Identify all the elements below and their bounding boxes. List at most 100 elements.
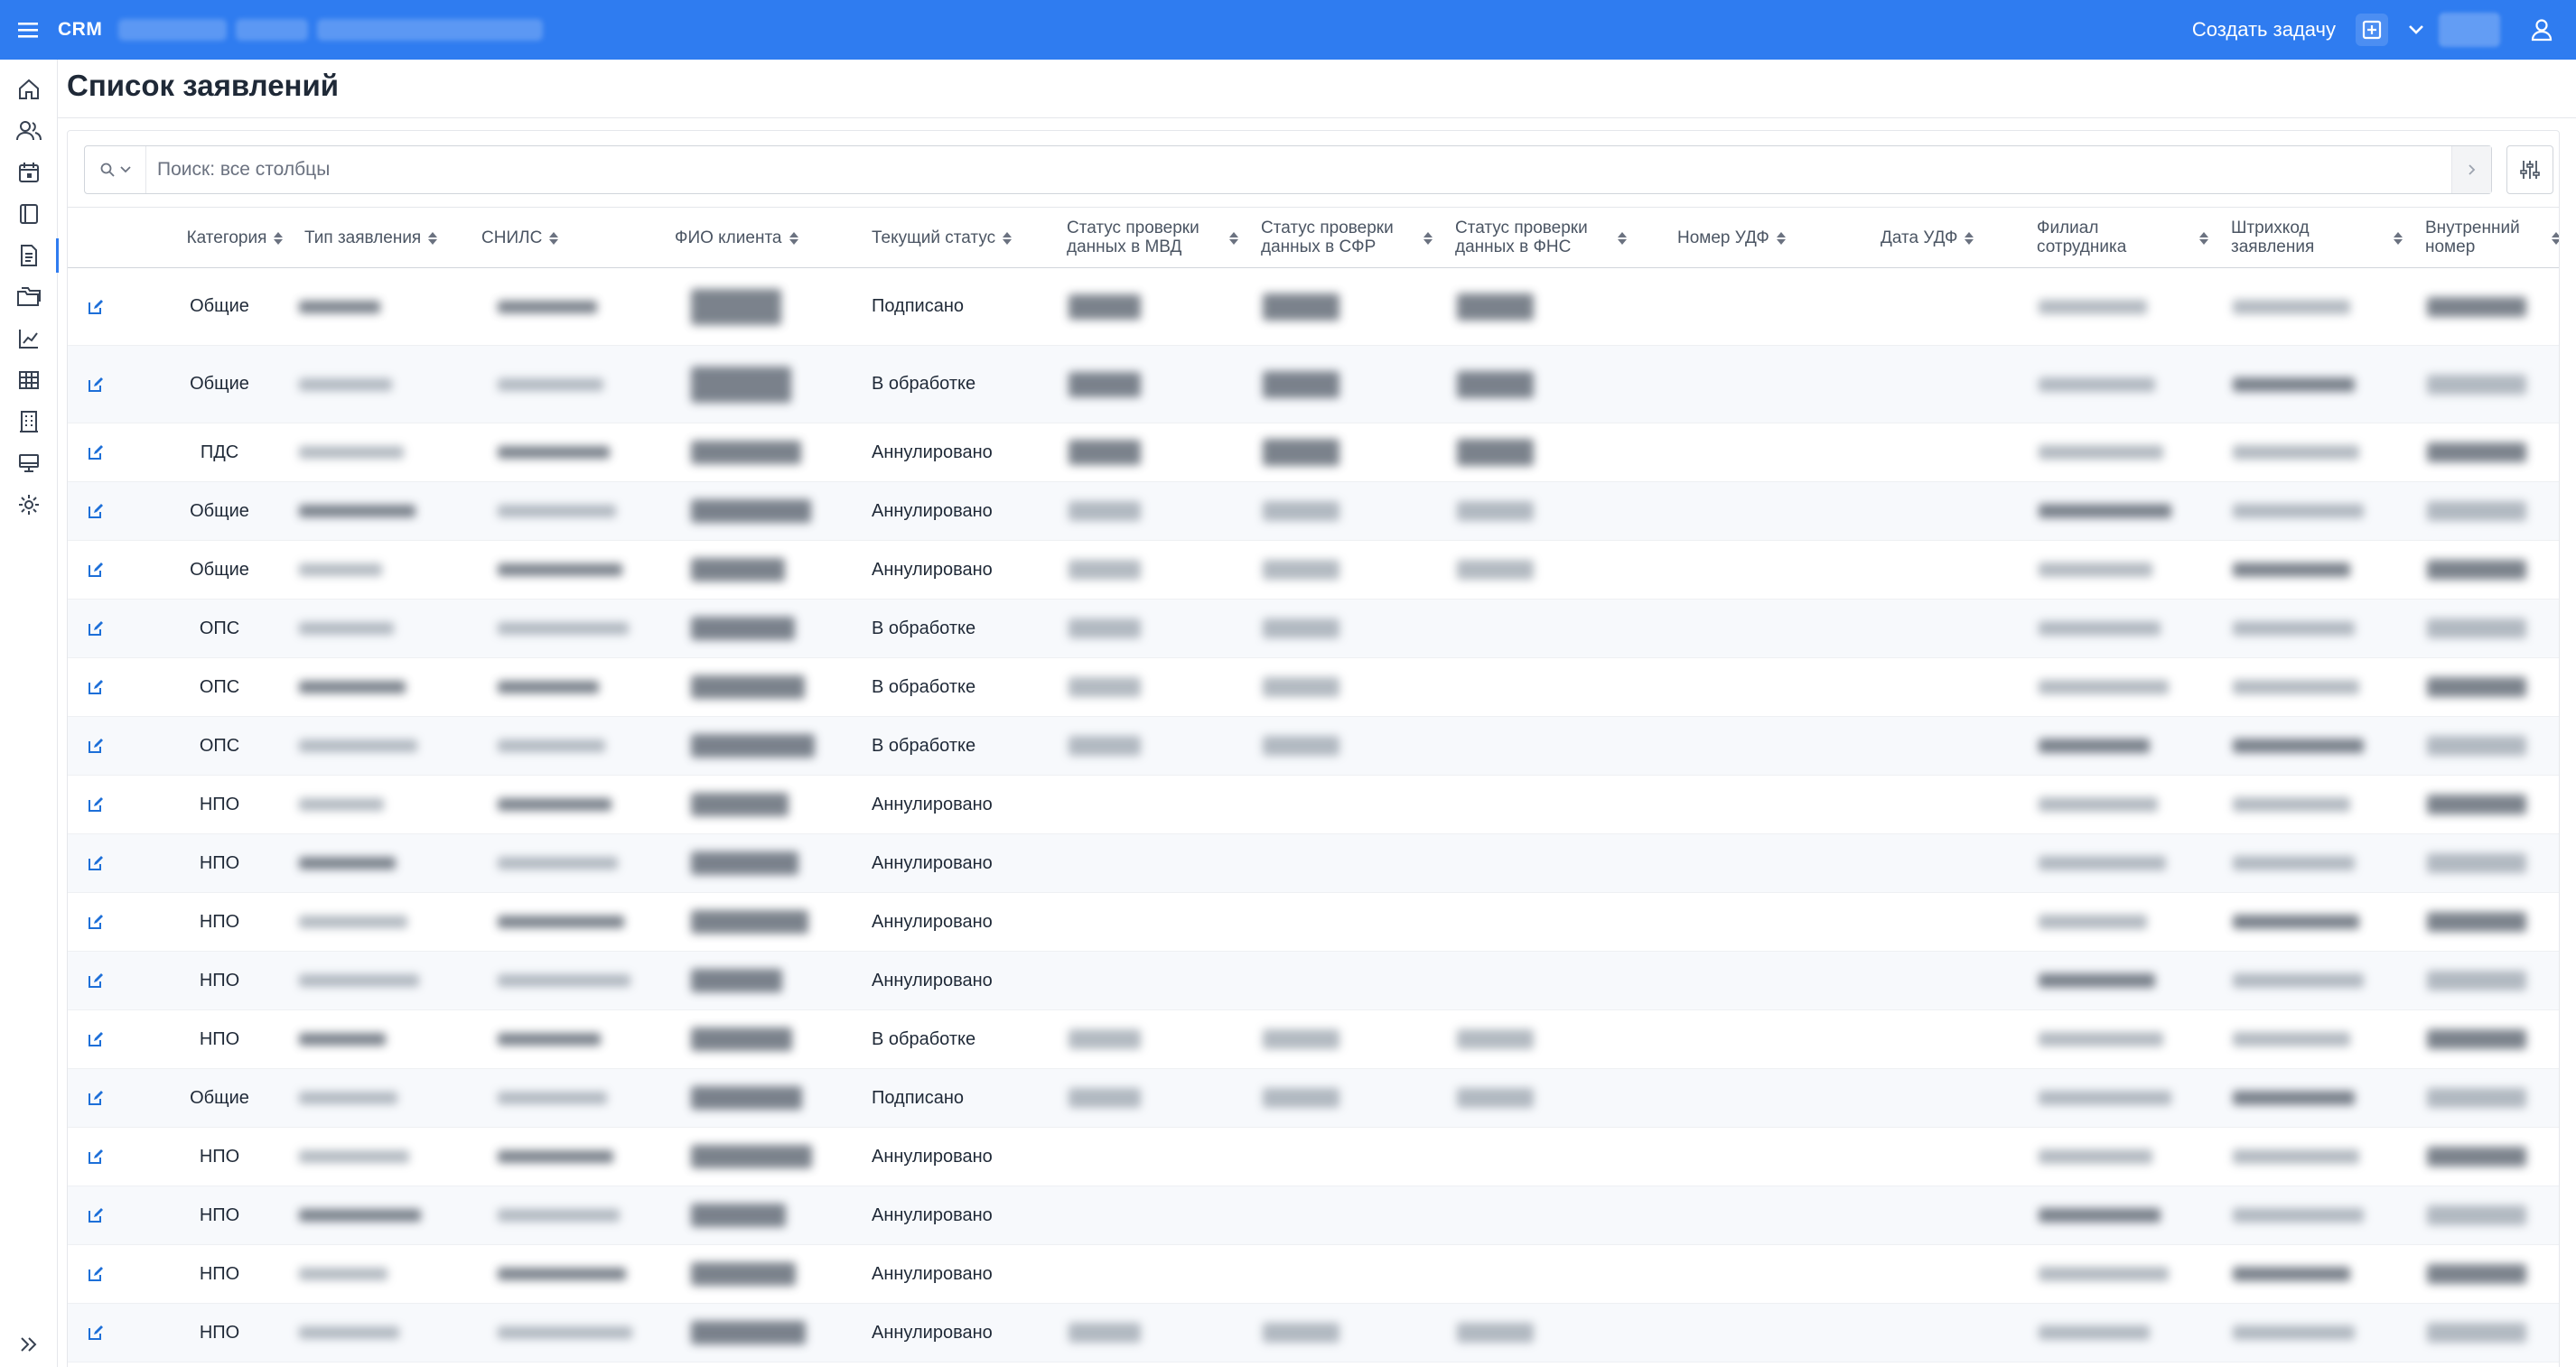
document-icon[interactable]	[0, 235, 59, 276]
gear-icon[interactable]	[0, 484, 58, 525]
chart-line-icon[interactable]	[0, 318, 58, 359]
table-row[interactable]: Общие Подписано	[68, 268, 2559, 346]
edit-icon[interactable]	[68, 1069, 124, 1127]
status-cell: Аннулировано	[841, 776, 1036, 833]
category-cell: НПО	[199, 852, 240, 873]
sort-icon[interactable]	[1003, 232, 1013, 245]
table-row[interactable]: НПО Аннулировано	[68, 1245, 2559, 1304]
redacted-value	[691, 1145, 812, 1168]
create-task-button[interactable]: Создать задачу	[2192, 18, 2336, 42]
monitor-icon[interactable]	[0, 442, 58, 484]
column-header-category[interactable]: Категория	[140, 208, 330, 269]
table-row[interactable]: ОПС В обработке	[68, 658, 2559, 717]
sort-icon[interactable]	[428, 232, 438, 245]
table-row[interactable]: ОПС В обработке	[68, 600, 2559, 658]
edit-icon[interactable]	[68, 1010, 124, 1068]
sort-icon[interactable]	[1229, 232, 1238, 245]
sort-icon[interactable]	[2552, 232, 2559, 245]
column-header-internal[interactable]: Внутренний номер	[2425, 208, 2559, 269]
table-cell	[2217, 834, 2411, 892]
table-row[interactable]: НПО Аннулировано	[68, 952, 2559, 1010]
edit-icon[interactable]	[68, 776, 124, 833]
table-row[interactable]: НПО Аннулировано	[68, 1128, 2559, 1186]
status-cell: В обработке	[841, 717, 1036, 775]
column-header-sfr[interactable]: Статус проверки данных в СФР	[1261, 208, 1433, 269]
edit-icon[interactable]	[68, 423, 124, 481]
table-row[interactable]: Общие Подписано	[68, 1069, 2559, 1128]
folders-icon[interactable]	[0, 276, 58, 318]
column-header-status[interactable]: Текущий статус	[872, 208, 1052, 269]
table-cell	[1052, 717, 1246, 775]
home-icon[interactable]	[0, 69, 58, 110]
hamburger-menu-icon[interactable]	[0, 0, 56, 60]
top-app-bar: CRM Создать задачу	[0, 0, 2576, 60]
table-row[interactable]: НПО Аннулировано	[68, 1186, 2559, 1245]
sort-icon[interactable]	[1776, 232, 1786, 245]
edit-icon[interactable]	[68, 658, 124, 716]
sort-icon[interactable]	[2394, 232, 2403, 245]
edit-icon[interactable]	[68, 600, 124, 657]
redacted-value	[2427, 1147, 2526, 1167]
edit-icon[interactable]	[68, 893, 124, 951]
book-icon[interactable]	[0, 193, 58, 235]
table-cell	[1246, 423, 1441, 481]
user-icon[interactable]	[2524, 12, 2560, 48]
column-header-fns[interactable]: Статус проверки данных в ФНС	[1455, 208, 1627, 269]
table-row[interactable]: НПО В обработке	[68, 1010, 2559, 1069]
table-row[interactable]: Общие Аннулировано	[68, 482, 2559, 541]
building-icon[interactable]	[0, 401, 58, 442]
edit-icon[interactable]	[68, 482, 124, 540]
column-header-label: Штрихкод заявления	[2231, 219, 2315, 256]
sort-icon[interactable]	[1423, 232, 1433, 245]
edit-icon[interactable]	[68, 268, 124, 345]
table-row[interactable]: Общие Аннулировано	[68, 541, 2559, 600]
column-header-mvd[interactable]: Статус проверки данных в МВД	[1067, 208, 1238, 269]
table-cell	[283, 1010, 472, 1068]
add-task-icon[interactable]	[2356, 14, 2388, 46]
table-row[interactable]: Общие В обработке	[68, 346, 2559, 423]
redacted-user-name[interactable]	[2439, 13, 2500, 47]
search-submit-button[interactable]	[2451, 146, 2491, 193]
column-header-barcode[interactable]: Штрихкод заявления	[2231, 208, 2403, 269]
edit-icon[interactable]	[68, 1245, 124, 1303]
status-cell: В обработке	[841, 346, 1036, 423]
table-cell	[675, 717, 855, 775]
sort-icon[interactable]	[549, 232, 559, 245]
edit-icon[interactable]	[68, 346, 124, 423]
edit-icon[interactable]	[68, 1128, 124, 1186]
column-header-fio[interactable]: ФИО клиента	[675, 208, 855, 269]
edit-icon[interactable]	[68, 1186, 124, 1244]
redacted-value	[691, 1204, 786, 1227]
column-header-udf_no[interactable]: Номер УДФ	[1677, 208, 1813, 269]
edit-icon[interactable]	[68, 717, 124, 775]
app-brand[interactable]: CRM	[58, 19, 102, 41]
table-row[interactable]: ПДС Аннулировано	[68, 423, 2559, 482]
table-icon[interactable]	[0, 359, 58, 401]
table-row[interactable]: НПО Аннулировано	[68, 893, 2559, 952]
column-header-branch[interactable]: Филиал сотрудника	[2037, 208, 2208, 269]
edit-icon[interactable]	[68, 1304, 124, 1362]
table-row[interactable]: НПО Аннулировано	[68, 776, 2559, 834]
sort-icon[interactable]	[1618, 232, 1627, 245]
edit-icon[interactable]	[68, 834, 124, 892]
table-row[interactable]: НПО Аннулировано	[68, 834, 2559, 893]
double-chevron-right-icon[interactable]	[0, 1324, 58, 1365]
column-settings-button[interactable]	[2506, 145, 2553, 194]
table-cell	[1441, 268, 1635, 345]
column-header-snils[interactable]: СНИЛС	[481, 208, 653, 269]
column-header-type[interactable]: Тип заявления	[304, 208, 476, 269]
edit-icon[interactable]	[68, 952, 124, 1009]
sort-icon[interactable]	[2199, 232, 2208, 245]
sort-icon[interactable]	[789, 232, 798, 245]
column-header-udf_date[interactable]: Дата УДФ	[1881, 208, 2016, 269]
search-input[interactable]	[146, 147, 2451, 192]
table-row[interactable]: НПО Аннулировано	[68, 1304, 2559, 1362]
sort-icon[interactable]	[274, 232, 284, 245]
users-icon[interactable]	[0, 110, 58, 152]
chevron-down-icon[interactable]	[2403, 14, 2430, 46]
search-scope-dropdown[interactable]	[85, 146, 146, 193]
calendar-icon[interactable]	[0, 152, 58, 193]
table-row[interactable]: ОПС В обработке	[68, 717, 2559, 776]
edit-icon[interactable]	[68, 541, 124, 599]
sort-icon[interactable]	[1965, 232, 1974, 245]
